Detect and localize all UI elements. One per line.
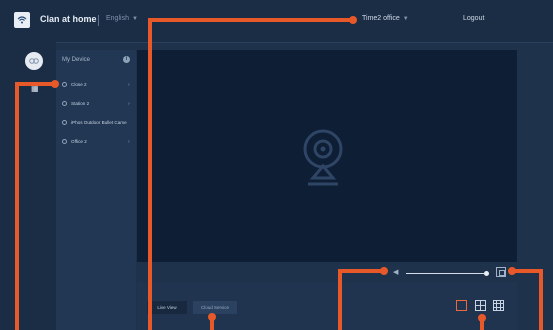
device-item[interactable]: Office 2 › bbox=[62, 137, 130, 147]
callout-line bbox=[539, 269, 543, 330]
device-status-icon bbox=[62, 101, 67, 107]
callout-line bbox=[15, 82, 55, 86]
callout-line bbox=[338, 269, 382, 273]
info-icon[interactable]: i bbox=[123, 56, 130, 63]
device-label: Office 2 bbox=[71, 139, 87, 144]
callout-marker bbox=[208, 313, 216, 321]
app-title: Clan at home bbox=[40, 14, 97, 24]
callout-line bbox=[15, 82, 19, 330]
language-label: English bbox=[106, 15, 129, 22]
chevron-down-icon: ▼ bbox=[131, 16, 138, 22]
chevron-down-icon: ▼ bbox=[402, 16, 409, 22]
device-status-icon bbox=[62, 120, 67, 126]
camera-placeholder-icon bbox=[302, 128, 344, 193]
callout-line bbox=[513, 269, 541, 273]
volume-slider[interactable] bbox=[406, 273, 488, 274]
volume-slider-handle[interactable] bbox=[484, 271, 489, 276]
chevron-right-icon: › bbox=[128, 139, 130, 145]
layout-4-icon[interactable] bbox=[475, 300, 486, 311]
layout-9-icon[interactable] bbox=[493, 300, 504, 311]
chevron-right-icon: › bbox=[128, 82, 130, 88]
callout-marker bbox=[380, 267, 388, 275]
device-status-icon bbox=[62, 139, 67, 145]
tab-cloud-service[interactable]: Cloud Service bbox=[193, 301, 237, 314]
callout-marker bbox=[51, 80, 59, 88]
header-divider bbox=[98, 15, 99, 26]
layout-1-icon[interactable] bbox=[456, 300, 467, 311]
callout-marker bbox=[508, 267, 516, 275]
playback-controls bbox=[137, 262, 517, 282]
speaker-icon[interactable]: ◀ bbox=[393, 268, 398, 276]
device-label: Close 2 bbox=[71, 82, 87, 87]
callout-marker bbox=[349, 16, 357, 24]
device-item[interactable]: Station 2 › bbox=[62, 99, 130, 109]
device-label: iPhos Outdoor Bullet Came bbox=[71, 120, 127, 125]
callout-line bbox=[338, 269, 342, 330]
callout-marker bbox=[478, 314, 486, 322]
app-frame: Clan at home English ▼ Time2 office ▼ Logo… bbox=[0, 0, 553, 330]
office-selector[interactable]: Time2 office ▼ bbox=[362, 15, 409, 22]
callout-line bbox=[148, 18, 354, 22]
avatar-icon[interactable] bbox=[25, 52, 43, 70]
sidebar-title: My Device bbox=[62, 57, 91, 63]
language-selector[interactable]: English ▼ bbox=[106, 15, 138, 22]
device-item[interactable]: iPhos Outdoor Bullet Came bbox=[62, 118, 127, 128]
device-label: Station 2 bbox=[71, 101, 90, 106]
callout-line bbox=[148, 18, 152, 330]
tab-live-view[interactable]: Live View bbox=[147, 301, 187, 314]
grid-toggle-icon[interactable] bbox=[496, 267, 506, 277]
device-status-icon bbox=[62, 82, 67, 88]
device-sidebar bbox=[56, 50, 136, 330]
chevron-right-icon: › bbox=[128, 101, 130, 107]
logout-link[interactable]: Logout bbox=[463, 15, 484, 22]
office-label: Time2 office bbox=[362, 15, 400, 22]
device-item[interactable]: Close 2 › bbox=[62, 80, 130, 90]
wifi-icon bbox=[14, 12, 30, 28]
